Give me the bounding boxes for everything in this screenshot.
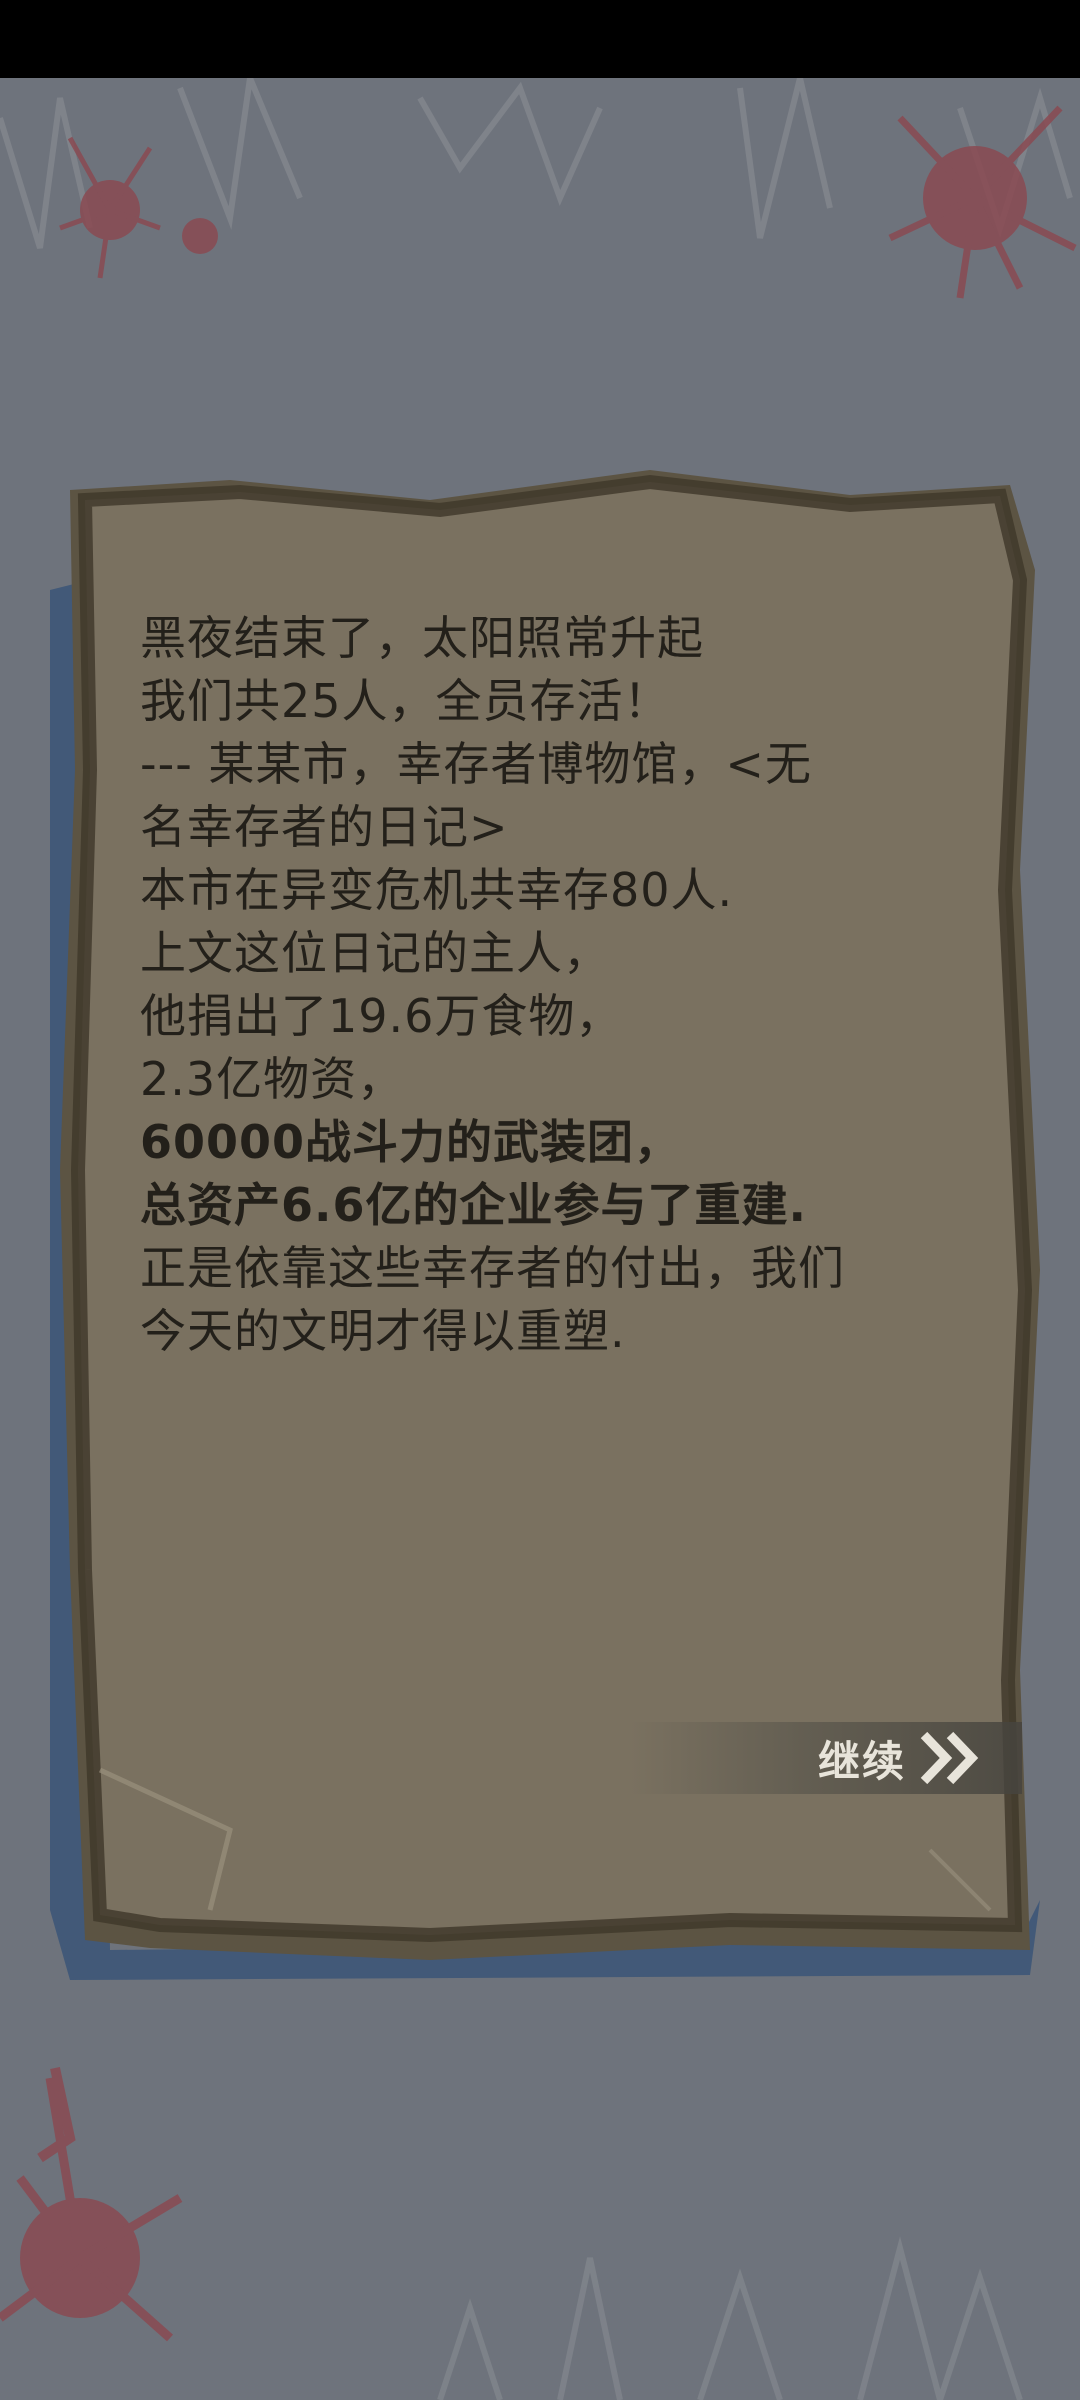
diary-text: 黑夜结束了，太阳照常升起 我们共25人，全员存活！ --- 某某市，幸存者博物馆… xyxy=(140,607,960,1363)
diary-line: 今天的文明才得以重塑. xyxy=(140,1304,626,1358)
scratch-marks-bottom xyxy=(437,2236,1023,2400)
diary-line: 黑夜结束了，太阳照常升起 xyxy=(140,611,704,665)
diary-line: 他捐出了19.6万食物， xyxy=(140,989,623,1043)
blood-splatter-top-right xyxy=(888,105,1077,299)
diary-line: 上文这位日记的主人， xyxy=(140,926,610,980)
blood-splatter-bottom-left xyxy=(0,2066,183,2342)
status-bar xyxy=(0,0,1080,78)
diary-line: --- 某某市，幸存者博物馆，<无 xyxy=(140,737,812,791)
scratch-marks-top xyxy=(0,78,1073,249)
game-screen: 黑夜结束了，太阳照常升起 我们共25人，全员存活！ --- 某某市，幸存者博物馆… xyxy=(0,0,1080,2400)
continue-button[interactable]: 继续 xyxy=(630,1722,1022,1794)
diary-line: 正是依靠这些幸存者的付出，我们 xyxy=(140,1241,845,1295)
continue-label: 继续 xyxy=(817,1736,906,1786)
diary-line: 本市在异变危机共幸存80人. xyxy=(140,863,734,917)
diary-line: 我们共25人，全员存活！ xyxy=(140,674,671,728)
diary-line: 总资产6.6亿的企业参与了重建. xyxy=(140,1178,807,1232)
diary-line: 60000战斗力的武装团， xyxy=(140,1115,682,1169)
diary-line: 2.3亿物资， xyxy=(140,1052,405,1106)
blood-splatter-top-left xyxy=(59,136,218,279)
diary-line: 名幸存者的日记> xyxy=(140,800,509,854)
double-chevron-right-icon xyxy=(920,1731,982,1785)
